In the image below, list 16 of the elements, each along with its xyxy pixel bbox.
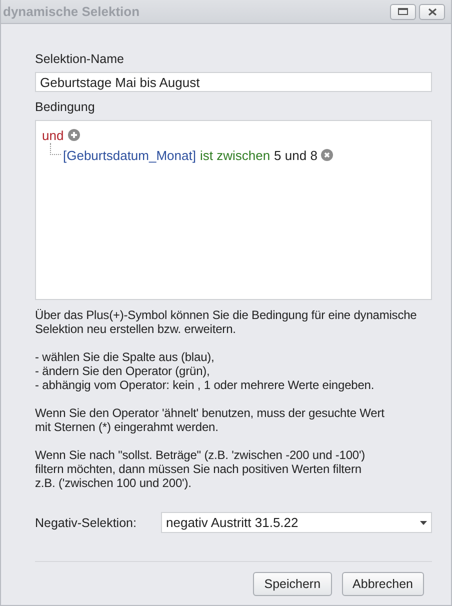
logic-operator[interactable]: und	[42, 128, 64, 142]
field-label: Negativ-Selektion:	[35, 516, 138, 530]
help-paragraph: - wählen Sie die Spalte aus (blau), - ändern Sie den Operator (grün), - abhängig vom Operator: kein , 1 oder mehrere Werte eingeben.	[35, 350, 376, 392]
help-paragraph: Wenn Sie den Operator 'ähnelt' benutzen, muss der gesuchte Wert mit Sternen (*) eingerahmt werden.	[35, 406, 386, 434]
field-label: Bedingung	[35, 100, 96, 114]
save-button[interactable]: Speichern	[253, 572, 332, 596]
condition-operator[interactable]: ist zwischen	[200, 148, 270, 162]
window-title: dynamische Selektion	[3, 4, 140, 19]
negative-selection-dropdown[interactable]: negativ Austritt 31.5.22	[161, 512, 432, 533]
field-label: Selektion-Name	[35, 52, 125, 66]
condition-values[interactable]: 5 und 8	[274, 148, 318, 162]
cancel-button[interactable]: Abbrechen	[342, 572, 424, 596]
help-paragraph: Wenn Sie nach "sollst. Beträge" (z.B. 'zwischen -200 und -100') filtern möchten, dann müssen Sie nach positiven Werten filtern z.B. ('zwischen 100 und 200').	[35, 448, 366, 490]
name-field[interactable]: Geburtstage Mai bis August	[35, 72, 432, 92]
help-paragraph: Über das Plus(+)-Symbol können Sie die Bedingung für eine dynamische Selektion neu erstellen bzw. erweitern.	[35, 308, 418, 336]
column-name[interactable]: [Geburtsdatum_Monat]	[63, 148, 196, 162]
